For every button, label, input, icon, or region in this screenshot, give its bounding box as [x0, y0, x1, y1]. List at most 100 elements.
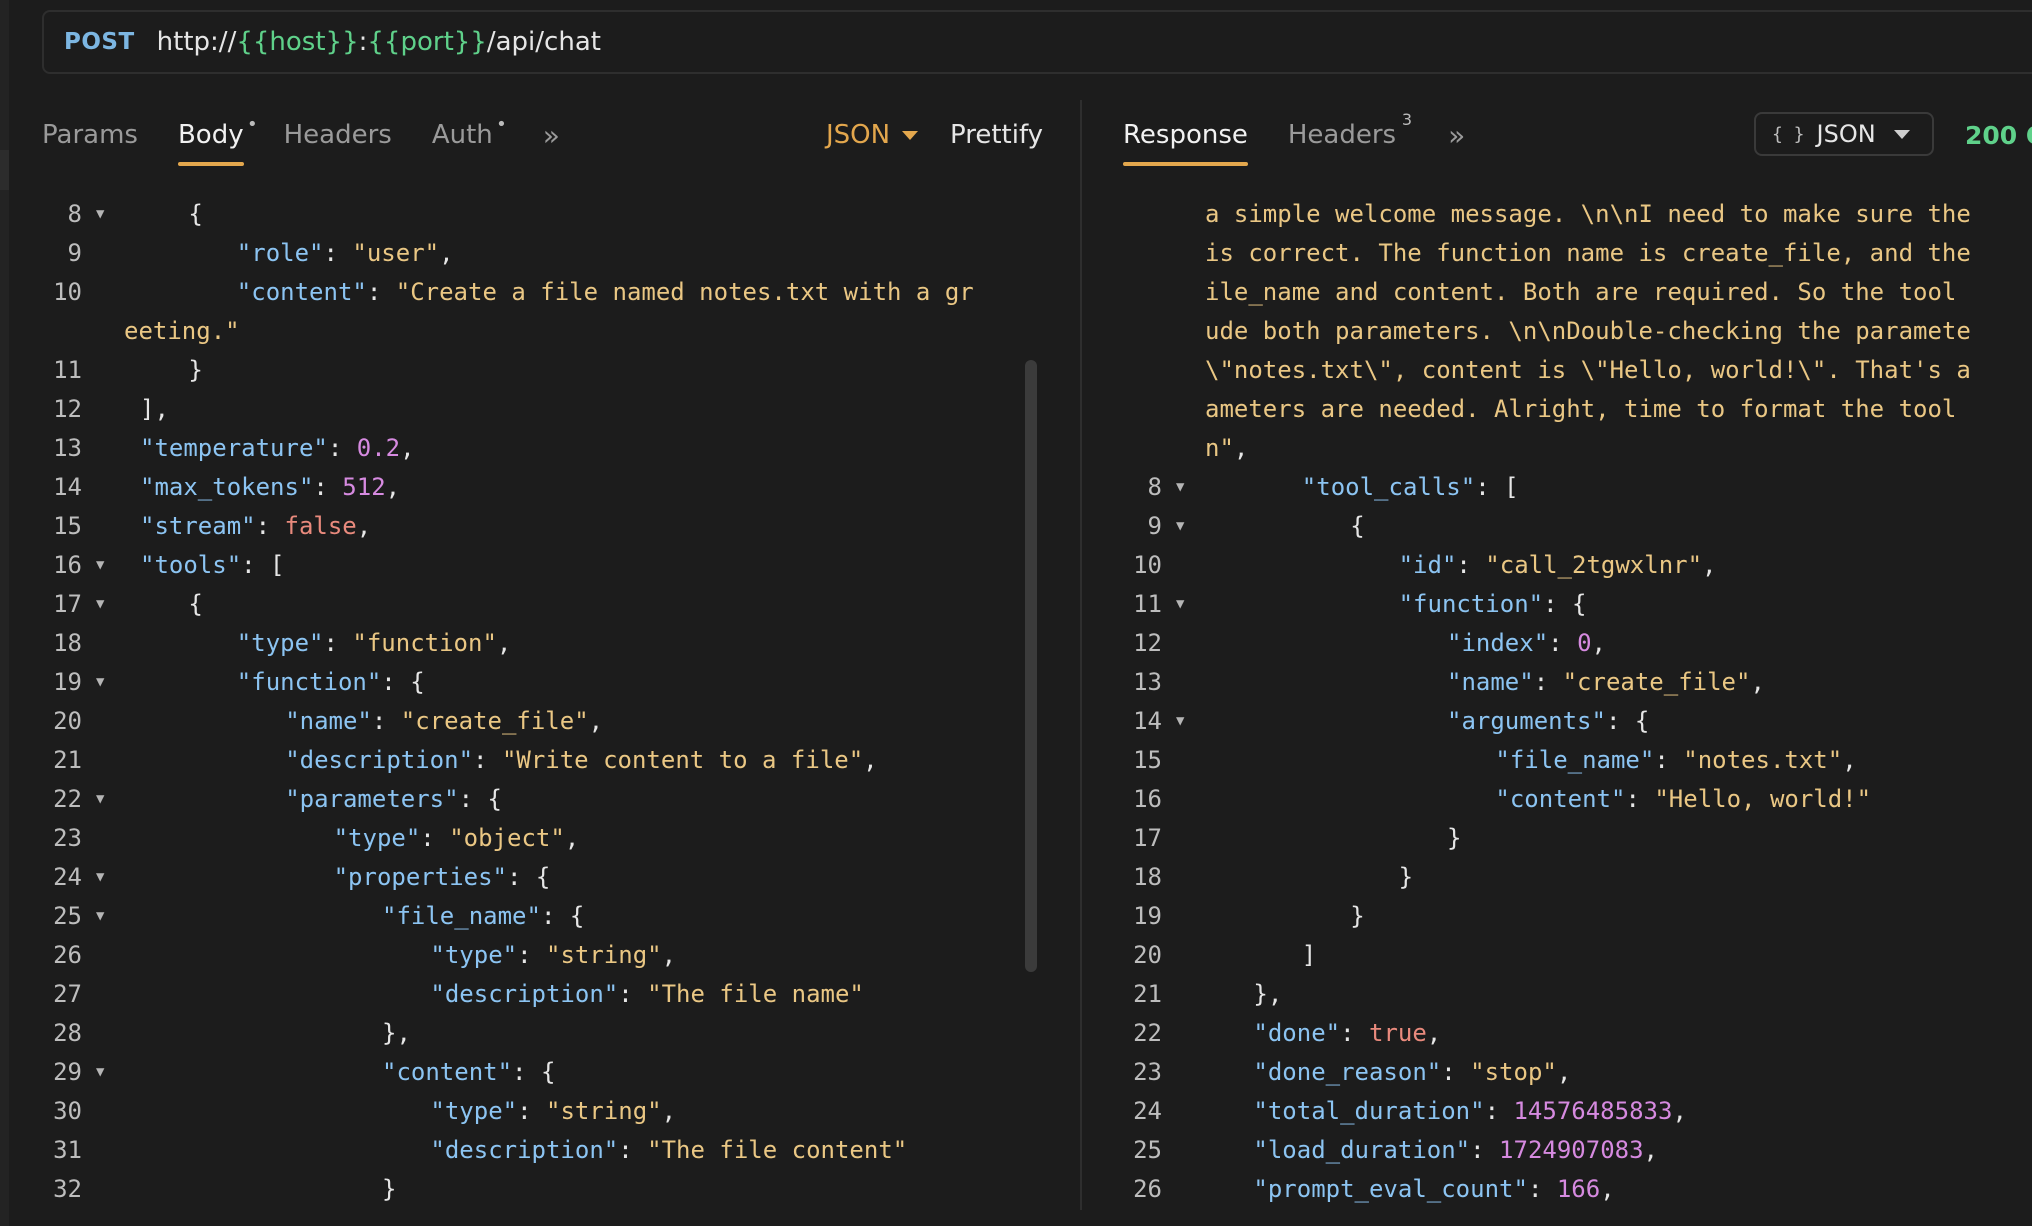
fold-toggle-icon[interactable]: ▼ — [1176, 507, 1184, 546]
line-number: 19 — [53, 668, 82, 696]
code-line: 28}, — [0, 1014, 1030, 1053]
code-content: } — [382, 1170, 396, 1209]
fold-toggle-icon[interactable]: ▼ — [96, 858, 104, 897]
fold-toggle-icon[interactable]: ▼ — [96, 1053, 104, 1092]
code-token: "file_name" — [382, 902, 541, 930]
code-line: 10 "id": "call_2tgwxlnr", — [1082, 546, 2032, 585]
code-token: 0.2 — [356, 434, 401, 462]
fold-toggle-icon[interactable]: ▼ — [96, 195, 104, 234]
response-format-dropdown[interactable]: { } JSON — [1754, 112, 1934, 156]
code-content: "done": true, — [1253, 1014, 1441, 1053]
code-content: { — [188, 585, 202, 624]
code-content: } — [188, 351, 202, 390]
tab-body[interactable]: Body • — [177, 100, 258, 170]
code-line: 9 "role": "user", — [0, 234, 1030, 273]
code-token: n" — [1205, 434, 1234, 462]
tab-response-headers[interactable]: Headers 3 — [1287, 100, 1412, 170]
request-editor-scrollbar[interactable] — [1025, 360, 1037, 972]
code-token: : — [618, 1136, 648, 1164]
code-token: : — [255, 512, 285, 540]
fold-toggle-icon[interactable]: ▼ — [1176, 585, 1184, 624]
url-input[interactable]: http://{{host}}:{{port}}/api/chat — [157, 27, 601, 57]
code-token: : — [1533, 668, 1563, 696]
code-token: "content" — [382, 1058, 513, 1086]
code-token: "content" — [1495, 785, 1626, 813]
code-content: "role": "user", — [237, 234, 454, 273]
tab-auth[interactable]: Auth • — [432, 100, 507, 170]
code-token: : { — [458, 785, 502, 813]
line-number: 32 — [53, 1175, 82, 1203]
code-token: { — [188, 200, 203, 228]
code-token: "create_file" — [400, 707, 589, 735]
code-line: 25 "load_duration": 1724907083, — [1082, 1131, 2032, 1170]
line-number: 18 — [53, 629, 82, 657]
response-body-viewer[interactable]: a simple welcome message. \n\nI need to … — [1082, 195, 2032, 1226]
request-body-editor[interactable]: 8 ▼ {9 "role": "user", 10 "content": "Create … — [0, 195, 1030, 1226]
code-token: "function" — [236, 668, 382, 696]
code-token: : — [517, 941, 546, 969]
code-token: "id" — [1398, 551, 1457, 579]
line-number: 26 — [53, 941, 82, 969]
code-token: , — [1233, 434, 1249, 462]
code-content: \"notes.txt\", content is \"Hello, world… — [1205, 351, 1971, 390]
code-token: : — [323, 629, 353, 657]
line-number: 9 — [1147, 512, 1162, 540]
braces-icon: { } — [1772, 123, 1805, 145]
body-format-dropdown[interactable]: JSON — [826, 100, 919, 170]
code-line: 20 "name": "create_file", — [0, 702, 1030, 741]
more-response-tabs-chevron-icon[interactable]: » — [1448, 119, 1465, 152]
fold-toggle-icon[interactable]: ▼ — [96, 663, 104, 702]
code-line: 20] — [1082, 936, 2032, 975]
code-token: , — [661, 941, 677, 969]
code-token: "name" — [1447, 668, 1534, 696]
line-number: 24 — [53, 863, 82, 891]
code-content: ], — [140, 390, 169, 429]
line-number: 29 — [53, 1058, 82, 1086]
fold-toggle-icon[interactable]: ▼ — [96, 780, 104, 819]
fold-toggle-icon[interactable]: ▼ — [1176, 702, 1184, 741]
code-token: "call_2tgwxlnr" — [1485, 551, 1703, 579]
http-method-select[interactable]: POST — [64, 29, 135, 55]
line-number: 25 — [53, 902, 82, 930]
code-token: "parameters" — [285, 785, 459, 813]
code-line: ile_name and content. Both are required.… — [1082, 273, 2032, 312]
code-content: "content": { — [382, 1053, 555, 1092]
code-token: "string" — [546, 941, 662, 969]
code-token: : — [420, 824, 450, 852]
fold-toggle-icon[interactable]: ▼ — [96, 585, 104, 624]
code-token: : — [1625, 785, 1655, 813]
tab-headers[interactable]: Headers — [284, 100, 392, 170]
code-content: "function": { — [237, 663, 425, 702]
code-line: 29 ▼ "content": { — [0, 1053, 1030, 1092]
fold-toggle-icon[interactable]: ▼ — [1176, 468, 1184, 507]
code-token: , — [400, 434, 415, 462]
code-line: 23 "type": "object", — [0, 819, 1030, 858]
code-token: "arguments" — [1447, 707, 1606, 735]
tab-response[interactable]: Response — [1123, 100, 1248, 170]
left-edge-handle[interactable] — [0, 150, 9, 190]
code-token: : — [1484, 1097, 1514, 1125]
tab-response-headers-label: Headers — [1287, 120, 1397, 150]
code-token: "properties" — [333, 863, 507, 891]
tab-params[interactable]: Params — [42, 100, 138, 170]
code-content: "properties": { — [334, 858, 551, 897]
fold-toggle-icon[interactable]: ▼ — [96, 546, 104, 585]
code-token: "description" — [285, 746, 474, 774]
fold-toggle-icon[interactable]: ▼ — [96, 897, 104, 936]
code-token: ] — [1301, 941, 1317, 969]
url-segment: /api/chat — [486, 27, 601, 57]
code-token: ameters are needed. Alright, time to for… — [1205, 395, 1957, 423]
code-line: 16 "content": "Hello, world!" — [1082, 780, 2032, 819]
line-number: 10 — [1133, 551, 1162, 579]
code-content: { — [188, 195, 202, 234]
code-token: eeting." — [124, 317, 240, 345]
code-token: "stream" — [140, 512, 256, 540]
more-tabs-chevron-icon[interactable]: » — [543, 119, 560, 152]
url-bar[interactable]: POST http://{{host}}:{{port}}/api/chat — [42, 10, 2032, 74]
line-number: 21 — [53, 746, 82, 774]
prettify-button[interactable]: Prettify — [950, 100, 1043, 170]
code-line: 9 ▼ { — [1082, 507, 2032, 546]
code-token: , — [1600, 1175, 1615, 1203]
code-line: 19} — [1082, 897, 2032, 936]
code-token: , — [863, 746, 878, 774]
